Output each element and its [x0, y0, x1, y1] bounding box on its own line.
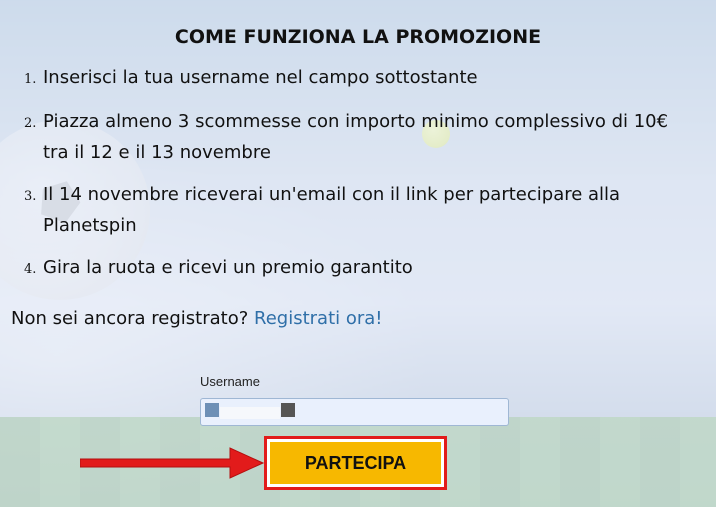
red-arrow-icon	[80, 447, 264, 479]
partecipa-button[interactable]: PARTECIPA	[270, 442, 441, 484]
redacted-block	[220, 407, 280, 419]
step-number: 4.	[24, 262, 37, 277]
steps-list: 1. Inserisci la tua username nel campo s…	[24, 62, 694, 296]
list-item: 2. Piazza almeno 3 scommesse con importo…	[24, 106, 694, 168]
username-label: Username	[200, 374, 260, 389]
step-number: 2.	[24, 116, 37, 131]
list-item: 4. Gira la ruota e ricevi un premio gara…	[24, 252, 694, 285]
promo-title: COME FUNZIONA LA PROMOZIONE	[174, 26, 542, 48]
partecipa-highlight: PARTECIPA	[264, 436, 447, 490]
list-item: 1. Inserisci la tua username nel campo s…	[24, 62, 694, 95]
step-number: 1.	[24, 72, 37, 87]
redacted-block	[205, 403, 219, 417]
list-item: 3. Il 14 novembre riceverai un'email con…	[24, 179, 694, 241]
register-prompt-text: Non sei ancora registrato?	[11, 308, 249, 329]
register-prompt: Non sei ancora registrato? Registrati or…	[11, 308, 383, 329]
redacted-block	[281, 403, 295, 417]
step-text: Piazza almeno 3 scommesse con importo mi…	[43, 111, 669, 163]
register-link[interactable]: Registrati ora!	[254, 308, 383, 329]
username-input[interactable]	[200, 398, 509, 426]
step-text: Inserisci la tua username nel campo sott…	[43, 67, 478, 88]
step-text: Gira la ruota e ricevi un premio garanti…	[43, 257, 413, 278]
step-number: 3.	[24, 189, 37, 204]
step-text: Il 14 novembre riceverai un'email con il…	[43, 184, 621, 236]
